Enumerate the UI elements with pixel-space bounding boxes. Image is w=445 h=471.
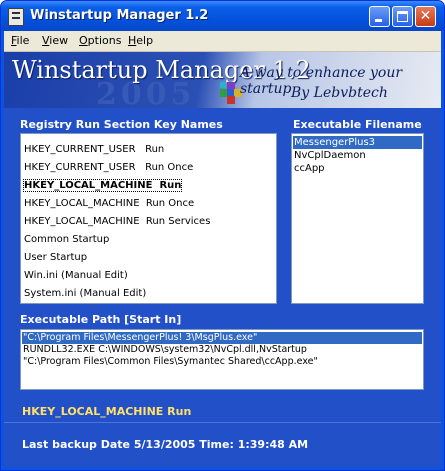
- executable-item[interactable]: NvCplDaemon: [293, 149, 422, 162]
- divider: [4, 422, 441, 423]
- main-panel: 2005 Winstartup Manager 1.2 A way to enh…: [4, 52, 441, 467]
- app-icon[interactable]: [8, 8, 24, 26]
- title-bar[interactable]: Winstartup Manager 1.2 ✕: [1, 1, 444, 31]
- registry-item-selected[interactable]: HKEY_LOCAL_MACHINE Run: [22, 179, 183, 192]
- menu-view[interactable]: View: [42, 34, 68, 47]
- close-button[interactable]: ✕: [415, 6, 436, 27]
- path-item-selected[interactable]: "C:\Program Files\MessengerPlus! 3\MsgPl…: [22, 332, 422, 344]
- executable-path-list[interactable]: "C:\Program Files\MessengerPlus! 3\MsgPl…: [20, 329, 424, 390]
- path-label: Executable Path [Start In]: [20, 313, 182, 326]
- registry-item[interactable]: System.ini (Manual Edit): [24, 288, 146, 299]
- menu-options[interactable]: Options: [79, 34, 121, 47]
- executable-label: Executable Filename: [293, 118, 422, 131]
- path-item[interactable]: RUNDLL32.EXE C:\WINDOWS\system32\NvCpl.d…: [22, 344, 422, 356]
- registry-item[interactable]: Common Startup: [24, 234, 109, 245]
- registry-item[interactable]: HKEY_CURRENT_USER Run Once: [24, 162, 193, 173]
- registry-item[interactable]: HKEY_LOCAL_MACHINE Run Services: [24, 216, 210, 227]
- registry-key-list[interactable]: HKEY_CURRENT_USER Run HKEY_CURRENT_USER …: [20, 133, 277, 304]
- executable-item-selected[interactable]: MessengerPlus3: [293, 136, 422, 149]
- window-title: Winstartup Manager 1.2: [30, 8, 209, 23]
- minimize-button[interactable]: [369, 6, 390, 27]
- banner: 2005 Winstartup Manager 1.2 A way to enh…: [4, 52, 441, 108]
- app-window: Winstartup Manager 1.2 ✕ File View Optio…: [0, 0, 445, 471]
- current-key-status: HKEY_LOCAL_MACHINE Run: [22, 405, 192, 418]
- registry-item[interactable]: User Startup: [24, 252, 87, 263]
- registry-item[interactable]: Win.ini (Manual Edit): [24, 270, 128, 281]
- banner-author: By Lebvbtech: [291, 85, 388, 101]
- menu-help[interactable]: Help: [128, 34, 153, 47]
- maximize-icon: [397, 11, 408, 22]
- executable-item[interactable]: ccApp: [293, 162, 422, 175]
- menu-file[interactable]: File: [11, 34, 29, 47]
- last-backup-status: Last backup Date 5/13/2005 Time: 1:39:48…: [22, 438, 309, 451]
- menu-bar: File View Options Help: [4, 31, 441, 52]
- minimize-icon: [375, 19, 382, 22]
- close-icon: ✕: [419, 8, 432, 24]
- registry-label: Registry Run Section Key Names: [20, 118, 223, 131]
- path-item[interactable]: "C:\Program Files\Common Files\Symantec …: [22, 356, 422, 368]
- registry-item[interactable]: HKEY_CURRENT_USER Run: [24, 144, 164, 155]
- maximize-button[interactable]: [392, 6, 413, 27]
- registry-item[interactable]: HKEY_LOCAL_MACHINE Run Once: [24, 198, 194, 209]
- executable-list[interactable]: MessengerPlus3 NvCplDaemon ccApp: [291, 133, 424, 304]
